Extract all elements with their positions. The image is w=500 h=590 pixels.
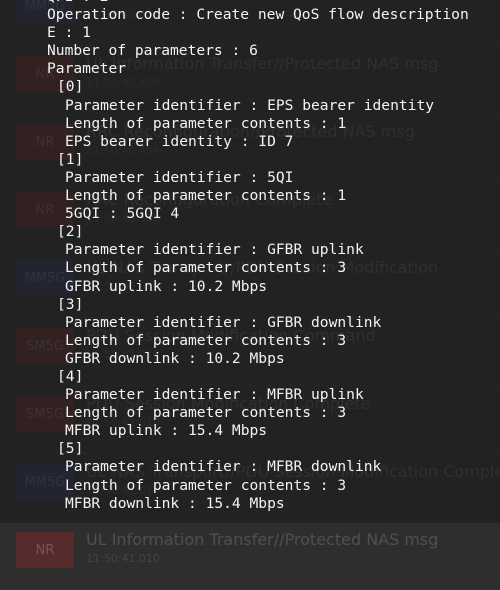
qos-flow-description-detail: QFI : 2Operation code : Create new QoS f… xyxy=(0,0,500,513)
message-log-row[interactable]: NR UL Information Transfer//Protected NAS… xyxy=(0,522,500,590)
parameter-index: [5] xyxy=(57,440,84,458)
detail-line: Operation code : Create new QoS flow des… xyxy=(47,6,469,24)
detail-line: Length of parameter contents : 1 xyxy=(65,114,347,132)
detail-line: Length of parameter contents : 3 xyxy=(65,476,347,494)
detail-line: 5GQI : 5GQI 4 xyxy=(65,205,180,223)
message-title: UL Information Transfer//Protected NAS m… xyxy=(86,530,439,549)
parameter-index: [1] xyxy=(57,150,84,168)
detail-line: Parameter identifier : GFBR downlink xyxy=(65,313,382,331)
detail-line: Number of parameters : 6 xyxy=(47,42,258,60)
protocol-badge: NR xyxy=(16,532,74,568)
detail-line: MFBR uplink : 15.4 Mbps xyxy=(65,422,268,440)
parameter-index: [3] xyxy=(57,295,84,313)
detail-line: MFBR downlink : 15.4 Mbps xyxy=(65,494,285,512)
parameter-index: [0] xyxy=(57,78,84,96)
detail-line: Parameter identifier : MFBR downlink xyxy=(65,458,382,476)
detail-line: EPS bearer identity : ID 7 xyxy=(65,132,294,150)
detail-line: Length of parameter contents : 3 xyxy=(65,259,347,277)
detail-line: Parameter identifier : 5QI xyxy=(65,168,294,186)
detail-line: Length of parameter contents : 1 xyxy=(65,187,347,205)
detail-line: Parameter identifier : MFBR uplink xyxy=(65,386,364,404)
detail-line: Parameter identifier : GFBR uplink xyxy=(65,241,364,259)
detail-line: E : 1 xyxy=(47,24,91,42)
detail-line: Length of parameter contents : 3 xyxy=(65,331,347,349)
parameter-index: [2] xyxy=(57,223,84,241)
message-timestamp: 11:50:41.010 xyxy=(86,552,160,565)
detail-line: Length of parameter contents : 3 xyxy=(65,404,347,422)
detail-line: GFBR uplink : 10.2 Mbps xyxy=(65,277,268,295)
detail-line: Parameter xyxy=(47,60,127,78)
parameter-index: [4] xyxy=(57,367,84,385)
detail-line: Parameter identifier : EPS bearer identi… xyxy=(65,96,435,114)
detail-line: GFBR downlink : 10.2 Mbps xyxy=(65,349,285,367)
message-detail-overlay[interactable]: QFI : 2Operation code : Create new QoS f… xyxy=(0,0,500,523)
